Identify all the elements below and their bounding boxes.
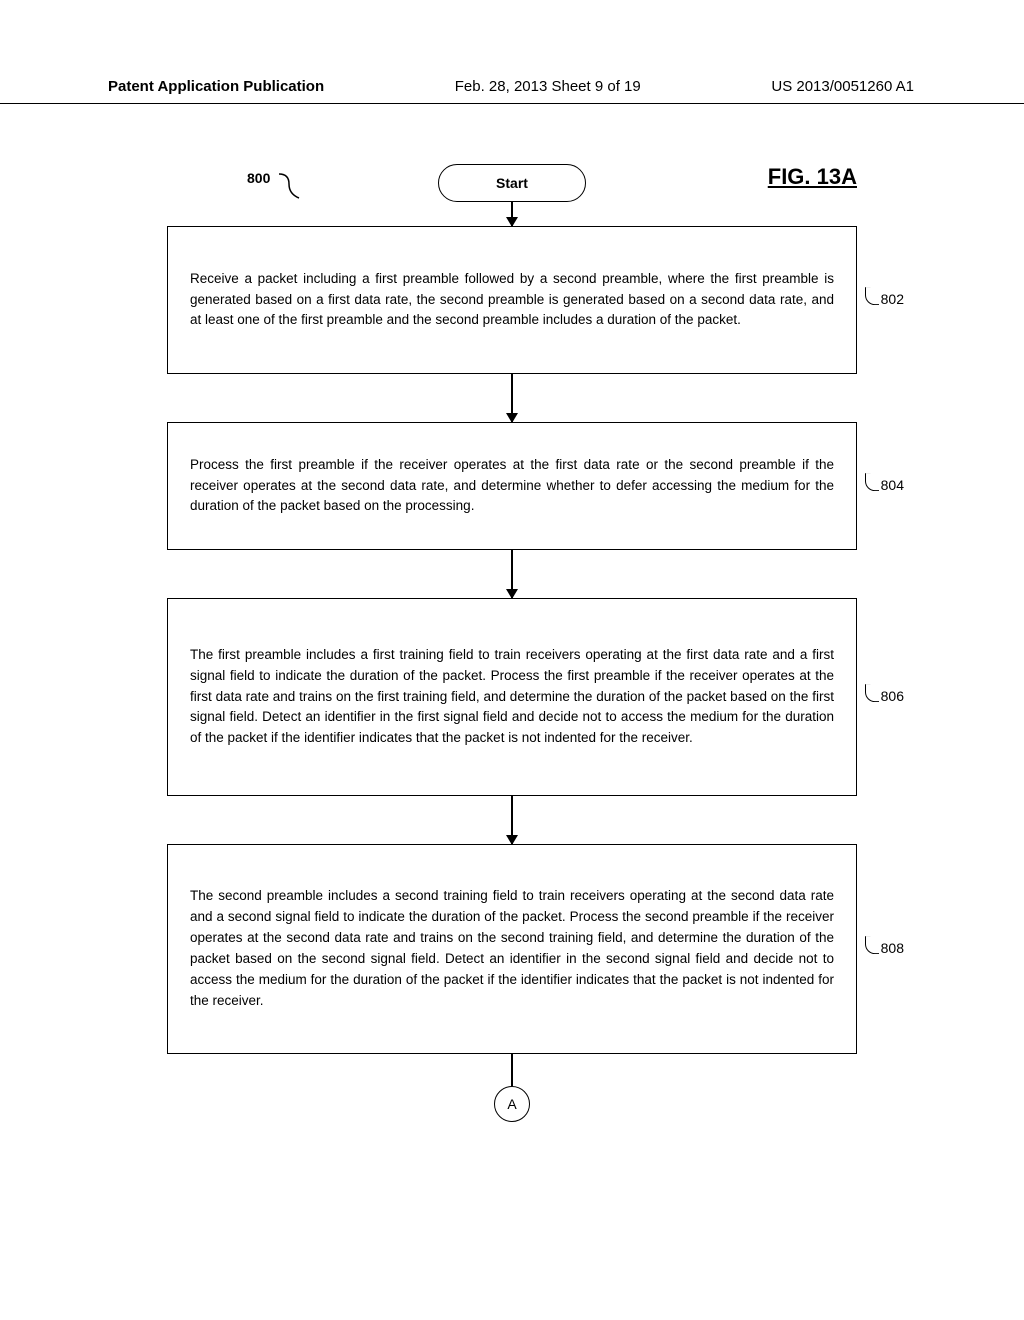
step-text: Process the first preamble if the receiv… bbox=[190, 455, 834, 518]
step-ref-label: 806 bbox=[881, 686, 904, 708]
ref-curve-icon bbox=[865, 287, 879, 305]
step-box-802: Receive a packet including a first pream… bbox=[167, 226, 857, 374]
continuation-label: A bbox=[507, 1096, 516, 1112]
step-ref-808: 808 bbox=[865, 938, 904, 960]
figure-label: FIG. 13A bbox=[768, 164, 857, 190]
content-area: FIG. 13A 800 Start Receive a packet incl… bbox=[0, 104, 1024, 1122]
step-text: The first preamble includes a first trai… bbox=[190, 645, 834, 750]
connector bbox=[511, 550, 513, 598]
flowchart: FIG. 13A 800 Start Receive a packet incl… bbox=[167, 164, 857, 1122]
step-text: Receive a packet including a first pream… bbox=[190, 269, 834, 332]
step-box-804: Process the first preamble if the receiv… bbox=[167, 422, 857, 550]
step-ref-label: 804 bbox=[881, 475, 904, 497]
step-ref-804: 804 bbox=[865, 475, 904, 497]
ref-curve-icon bbox=[865, 684, 879, 702]
header-center: Feb. 28, 2013 Sheet 9 of 19 bbox=[455, 78, 641, 95]
page-header-inner: Patent Application Publication Feb. 28, … bbox=[108, 78, 914, 95]
start-label: Start bbox=[496, 175, 528, 191]
step-ref-label: 802 bbox=[881, 289, 904, 311]
step-text: The second preamble includes a second tr… bbox=[190, 886, 834, 1012]
ref-curve-icon bbox=[865, 936, 879, 954]
header-right: US 2013/0051260 A1 bbox=[771, 78, 914, 95]
connector bbox=[511, 796, 513, 844]
flow-reference-800: 800 bbox=[247, 170, 270, 186]
connector bbox=[511, 202, 513, 226]
step-ref-806: 806 bbox=[865, 686, 904, 708]
ref-curve-icon bbox=[865, 473, 879, 491]
connector bbox=[511, 374, 513, 422]
connector bbox=[511, 1054, 513, 1086]
brace-curve-icon bbox=[277, 172, 303, 202]
continuation-connector-a: A bbox=[494, 1086, 530, 1122]
step-ref-802: 802 bbox=[865, 289, 904, 311]
step-box-806: The first preamble includes a first trai… bbox=[167, 598, 857, 796]
step-ref-label: 808 bbox=[881, 938, 904, 960]
header-left: Patent Application Publication bbox=[108, 78, 324, 95]
step-box-808: The second preamble includes a second tr… bbox=[167, 844, 857, 1054]
page-header: Patent Application Publication Feb. 28, … bbox=[0, 0, 1024, 104]
start-terminator: Start bbox=[438, 164, 586, 202]
